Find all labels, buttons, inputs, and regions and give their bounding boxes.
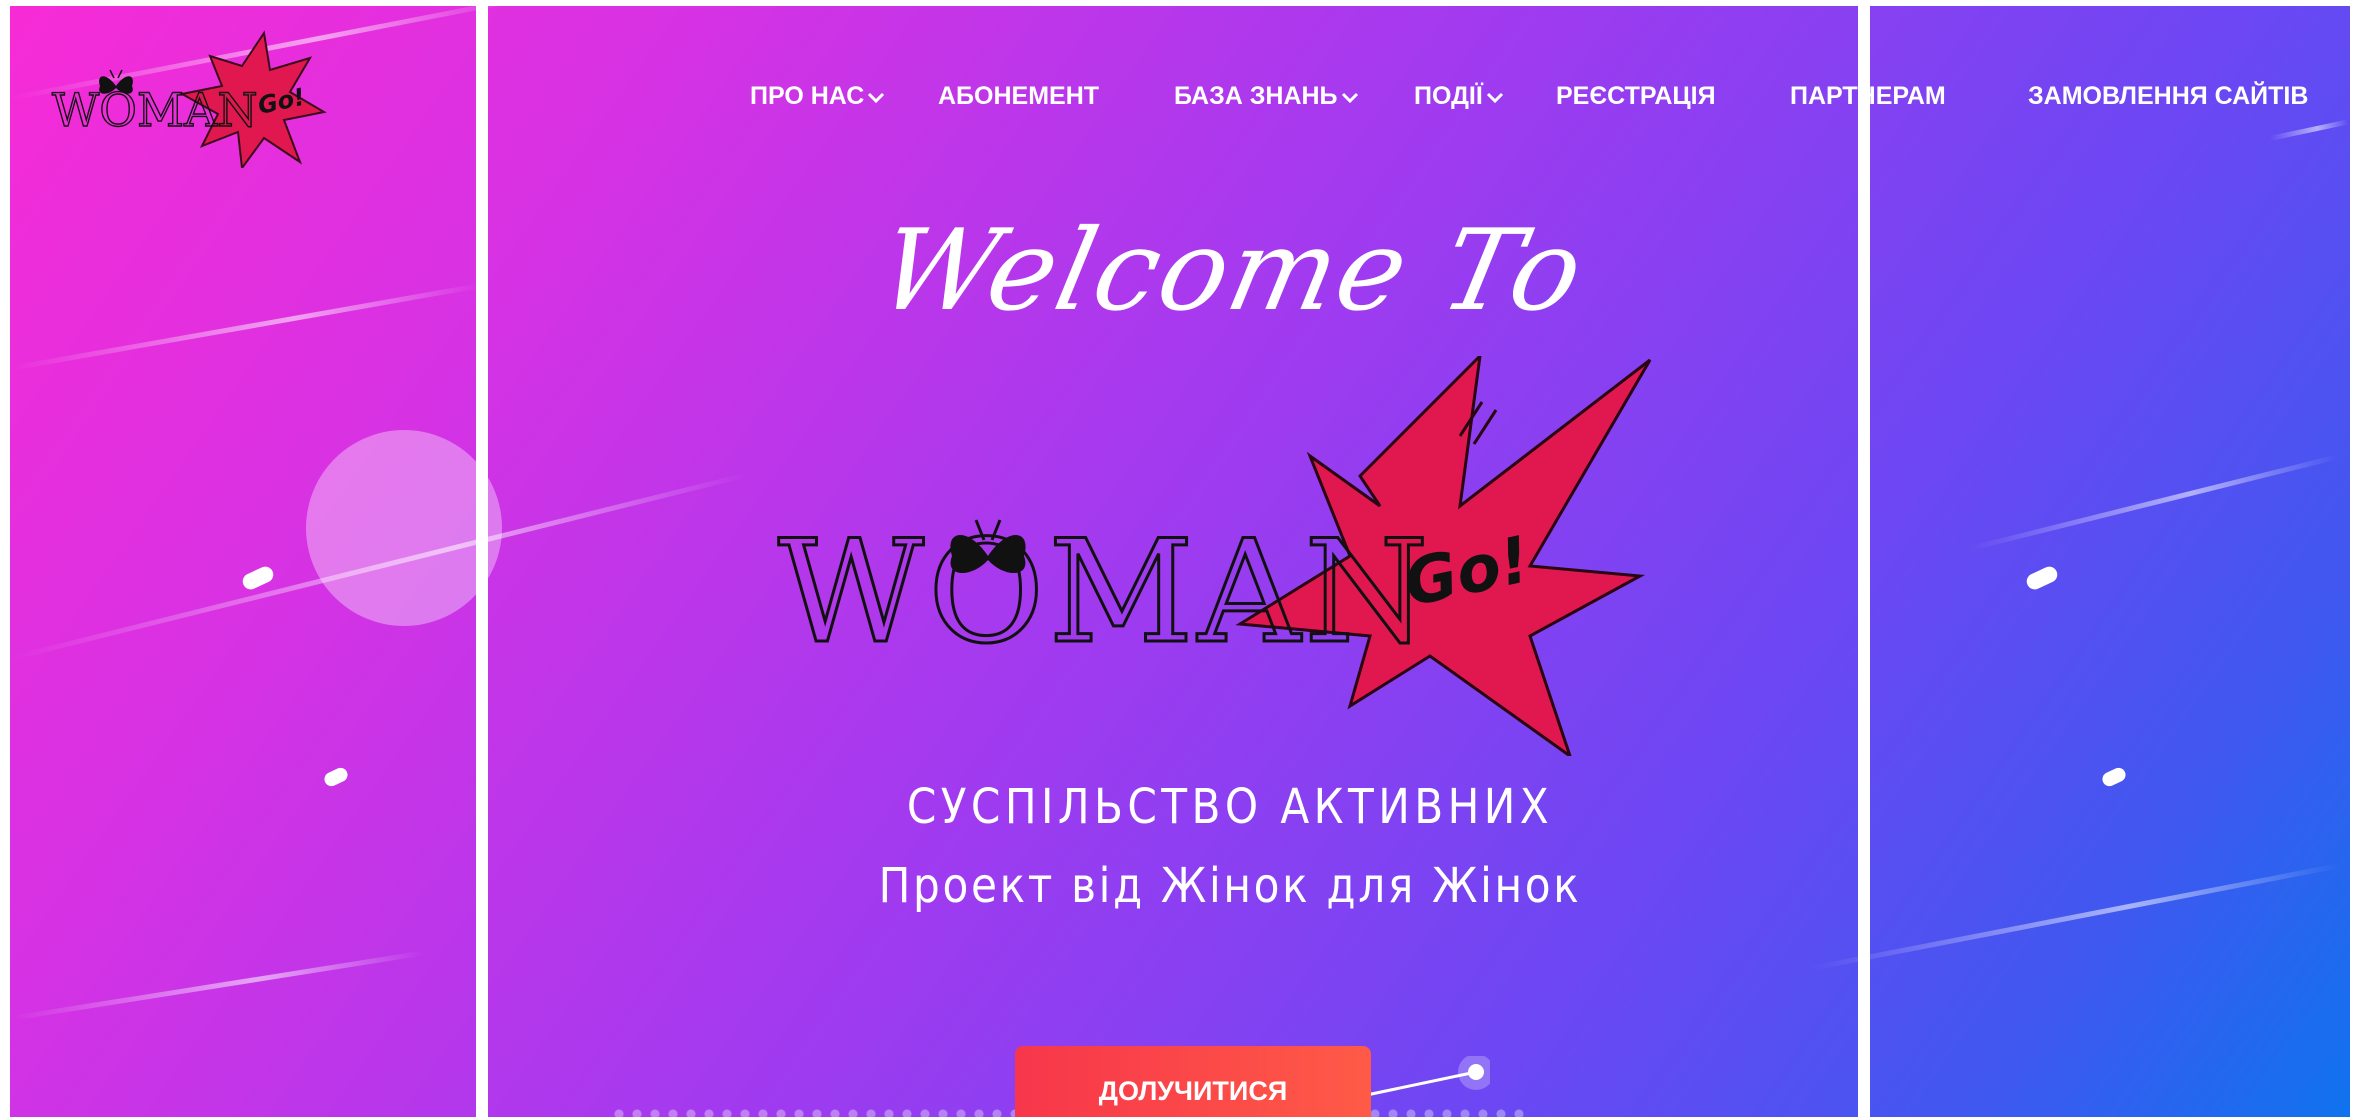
decorative-dash xyxy=(240,563,276,593)
hero-tagline-primary: СУСПІЛЬСТВО АКТИВНИХ xyxy=(906,779,1554,835)
nav-item-label: БАЗА ЗНАНЬ xyxy=(1174,82,1338,110)
nav-item-partners[interactable]: ПАРТНЕРАМ xyxy=(1790,82,1946,111)
hero-section: WOMAN Go! ПРО НАС АБОНЕМЕНТ БАЗА ЗНАНЬ П… xyxy=(10,6,2350,1117)
nav-item-subscription[interactable]: АБОНЕМЕНТ xyxy=(938,82,1099,111)
nav-item-registration[interactable]: РЕЄСТРАЦІЯ xyxy=(1556,82,1716,111)
join-button-label: ДОЛУЧИТИСЯ xyxy=(1098,1076,1288,1106)
decorative-dash xyxy=(2100,765,2128,789)
decorative-circle xyxy=(306,430,502,626)
hero-tagline-secondary: Проект від Жінок для Жінок xyxy=(878,858,1582,914)
chevron-down-icon xyxy=(1341,92,1358,103)
chevron-down-icon xyxy=(868,92,885,103)
vertical-divider xyxy=(1858,6,1870,1117)
nav-item-label: ЗАМОВЛЕННЯ САЙТІВ xyxy=(2028,82,2309,110)
decorative-dash xyxy=(2024,563,2060,593)
light-streak xyxy=(1809,863,2341,971)
nav-item-events[interactable]: ПОДІЇ xyxy=(1414,82,1504,111)
main-navigation: ПРО НАС АБОНЕМЕНТ БАЗА ЗНАНЬ ПОДІЇ РЕЄСТ… xyxy=(10,82,2350,118)
light-streak xyxy=(2269,119,2349,141)
nav-item-about[interactable]: ПРО НАС xyxy=(750,82,885,111)
nav-item-label: ПРО НАС xyxy=(750,82,865,110)
hero-logo: WOMAN Go! xyxy=(770,351,1670,760)
nav-item-label: ПОДІЇ xyxy=(1414,82,1483,110)
light-streak xyxy=(10,282,484,371)
welcome-heading: Welcome To xyxy=(868,206,1596,336)
hero-logo-wordmark: WOMAN xyxy=(778,510,1433,675)
nav-item-label: ПАРТНЕРАМ xyxy=(1790,82,1946,110)
nav-item-label: РЕЄСТРАЦІЯ xyxy=(1556,82,1716,110)
chevron-down-icon xyxy=(1486,92,1503,103)
light-streak xyxy=(1969,454,2340,551)
decorative-connector xyxy=(1361,1056,1490,1098)
nav-item-website-orders[interactable]: ЗАМОВЛЕННЯ САЙТІВ xyxy=(2028,82,2308,111)
nav-item-label: АБОНЕМЕНТ xyxy=(938,82,1100,110)
nav-item-knowledge-base[interactable]: БАЗА ЗНАНЬ xyxy=(1174,82,1359,111)
decorative-dash xyxy=(322,765,350,789)
vertical-divider xyxy=(476,6,488,1117)
light-streak xyxy=(10,950,426,1021)
join-button[interactable]: ДОЛУЧИТИСЯ xyxy=(1015,1046,1371,1117)
